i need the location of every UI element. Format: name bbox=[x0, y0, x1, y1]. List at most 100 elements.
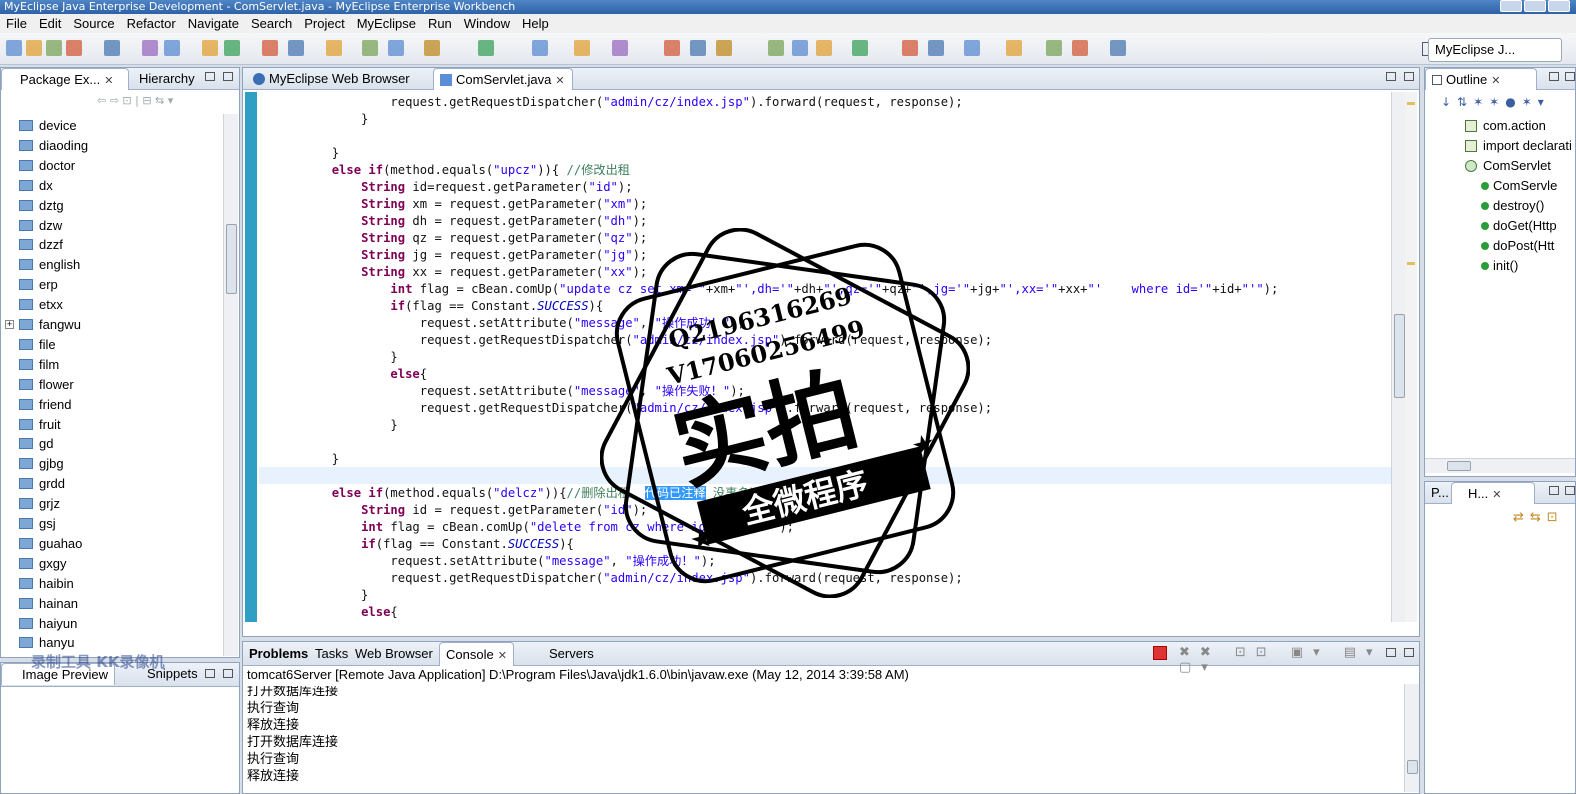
code-line[interactable]: request.setAttribute("message", "操作成功！")… bbox=[273, 315, 745, 332]
code-line[interactable]: else if(method.equals("delcz")){//删除出租 代… bbox=[273, 485, 774, 502]
close-icon[interactable]: ✕ bbox=[555, 75, 564, 87]
minimize-icon[interactable] bbox=[1549, 486, 1559, 495]
toolbar-button-icon[interactable] bbox=[574, 40, 590, 56]
tab-web-browser[interactable]: MyEclipse Web Browser bbox=[247, 68, 416, 90]
toolbar-button-icon[interactable] bbox=[690, 40, 706, 56]
toolbar-button-icon[interactable] bbox=[792, 40, 808, 56]
toolbar-button-icon[interactable] bbox=[388, 40, 404, 56]
maximize-icon[interactable] bbox=[223, 669, 233, 678]
package-item[interactable]: + fangwu bbox=[5, 315, 81, 335]
code-line[interactable]: request.getRequestDispatcher("admin/cz/i… bbox=[273, 332, 992, 349]
code-line[interactable]: if(flag == Constant.SUCCESS){ bbox=[273, 536, 574, 553]
close-button[interactable] bbox=[1548, 0, 1570, 12]
toolbar-button-icon[interactable] bbox=[262, 40, 278, 56]
toolbar-button-icon[interactable] bbox=[816, 40, 832, 56]
package-item[interactable]: diaoding bbox=[19, 136, 88, 156]
toolbar-button-icon[interactable] bbox=[1006, 40, 1022, 56]
code-line[interactable]: request.setAttribute("message", "操作成功！")… bbox=[273, 553, 715, 570]
code-line[interactable]: else{ bbox=[273, 366, 427, 383]
close-icon[interactable]: ✕ bbox=[498, 650, 507, 662]
code-line[interactable]: String dh = request.getParameter("dh"); bbox=[273, 213, 647, 230]
toolbar-button-icon[interactable] bbox=[1110, 40, 1126, 56]
package-item[interactable]: dzw bbox=[19, 216, 62, 236]
tab-hierarchy[interactable]: Hierarchy bbox=[133, 68, 201, 90]
code-line[interactable]: request.getRequestDispatcher("admin/cz/i… bbox=[273, 94, 962, 111]
outline-item[interactable]: doGet(Http bbox=[1481, 216, 1557, 236]
maximize-icon[interactable] bbox=[1565, 72, 1575, 81]
package-item[interactable]: file bbox=[19, 335, 56, 355]
package-item[interactable]: doctor bbox=[19, 156, 75, 176]
package-item[interactable]: device bbox=[19, 116, 77, 136]
console-scrollbar[interactable] bbox=[1404, 684, 1419, 792]
scrollbar-thumb[interactable] bbox=[226, 224, 237, 294]
package-item[interactable]: fruit bbox=[19, 415, 61, 435]
scrollbar-thumb[interactable] bbox=[1407, 760, 1418, 774]
close-icon[interactable]: ✕ bbox=[104, 75, 113, 87]
code-line[interactable]: request.getRequestDispatcher("admin/cz/i… bbox=[273, 570, 962, 587]
scrollbar-thumb[interactable] bbox=[1447, 461, 1471, 471]
minimize-icon[interactable] bbox=[205, 669, 215, 678]
minimize-icon[interactable] bbox=[1386, 72, 1396, 81]
toolbar-button-icon[interactable] bbox=[46, 40, 62, 56]
toolbar-button-icon[interactable] bbox=[424, 40, 440, 56]
code-line[interactable]: int flag = cBean.comUp("delete from cz w… bbox=[273, 519, 794, 536]
code-line[interactable]: } bbox=[273, 349, 397, 366]
tab-web-browser[interactable]: Web Browser bbox=[349, 642, 439, 666]
code-line[interactable]: String xx = request.getParameter("xx"); bbox=[273, 264, 647, 281]
maximize-button[interactable] bbox=[1524, 0, 1546, 12]
perspective-switcher[interactable]: MyEclipse J... bbox=[1428, 38, 1562, 62]
toolbar-button-icon[interactable] bbox=[716, 40, 732, 56]
tab-outline[interactable]: Outline ✕ bbox=[1425, 68, 1537, 90]
toolbar-button-icon[interactable] bbox=[1046, 40, 1062, 56]
toolbar-button-icon[interactable] bbox=[164, 40, 180, 56]
toolbar-button-icon[interactable] bbox=[288, 40, 304, 56]
package-item[interactable]: gsj bbox=[19, 514, 56, 534]
outline-item[interactable]: doPost(Htt bbox=[1481, 236, 1554, 256]
menu-item[interactable]: MyEclipse bbox=[351, 16, 422, 31]
code-area[interactable]: request.getRequestDispatcher("admin/cz/i… bbox=[243, 92, 1383, 622]
outline-item[interactable]: import declarati bbox=[1465, 136, 1572, 156]
package-item[interactable]: dztg bbox=[19, 196, 64, 216]
toolbar-button-icon[interactable] bbox=[478, 40, 494, 56]
tab-package-explorer[interactable]: Package Ex... ✕ bbox=[1, 68, 129, 90]
menu-item[interactable]: Project bbox=[298, 16, 350, 31]
package-item[interactable]: guahao bbox=[19, 534, 82, 554]
scrollbar-thumb[interactable] bbox=[1394, 314, 1405, 398]
menu-item[interactable]: Source bbox=[67, 16, 120, 31]
menu-item[interactable]: Navigate bbox=[182, 16, 245, 31]
toolbar-button-icon[interactable] bbox=[928, 40, 944, 56]
package-scrollbar[interactable] bbox=[223, 114, 238, 656]
package-item[interactable]: film bbox=[19, 355, 59, 375]
tab-problems[interactable]: Problems bbox=[243, 642, 314, 666]
package-item[interactable]: erp bbox=[19, 275, 58, 295]
menu-item[interactable]: Run bbox=[422, 16, 458, 31]
code-line[interactable]: if(flag == Constant.SUCCESS){ bbox=[273, 298, 603, 315]
outline-item[interactable]: destroy() bbox=[1481, 196, 1544, 216]
package-item[interactable]: gd bbox=[19, 434, 53, 454]
outline-item[interactable]: com.action bbox=[1465, 116, 1546, 136]
toolbar-button-icon[interactable] bbox=[664, 40, 680, 56]
maximize-icon[interactable] bbox=[1565, 486, 1575, 495]
terminate-icon[interactable] bbox=[1153, 646, 1167, 660]
tab-comservlet[interactable]: ComServlet.java ✕ bbox=[433, 68, 573, 90]
toolbar-button-icon[interactable] bbox=[362, 40, 378, 56]
package-item[interactable]: etxx bbox=[19, 295, 63, 315]
menu-item[interactable]: Help bbox=[516, 16, 555, 31]
toolbar-button-icon[interactable] bbox=[612, 40, 628, 56]
tab-h[interactable]: H... ✕ bbox=[1451, 482, 1535, 504]
toolbar-button-icon[interactable] bbox=[224, 40, 240, 56]
code-line[interactable]: request.setAttribute("message", "操作失败！")… bbox=[273, 383, 745, 400]
package-item[interactable]: gxgy bbox=[19, 554, 66, 574]
close-icon[interactable]: ✕ bbox=[1491, 75, 1500, 87]
minimize-button[interactable] bbox=[1500, 0, 1522, 12]
toolbar-button-icon[interactable] bbox=[142, 40, 158, 56]
outline-item[interactable]: init() bbox=[1481, 256, 1518, 276]
code-line[interactable]: String xm = request.getParameter("xm"); bbox=[273, 196, 647, 213]
minimize-icon[interactable] bbox=[1549, 72, 1559, 81]
code-line[interactable]: } bbox=[273, 111, 368, 128]
code-line[interactable]: int flag = cBean.comUp("update cz set xm… bbox=[273, 281, 1278, 298]
outline-item[interactable]: ComServlet bbox=[1465, 156, 1551, 176]
package-item[interactable]: gjbg bbox=[19, 454, 64, 474]
toolbar-button-icon[interactable] bbox=[768, 40, 784, 56]
toolbar-button-icon[interactable] bbox=[852, 40, 868, 56]
